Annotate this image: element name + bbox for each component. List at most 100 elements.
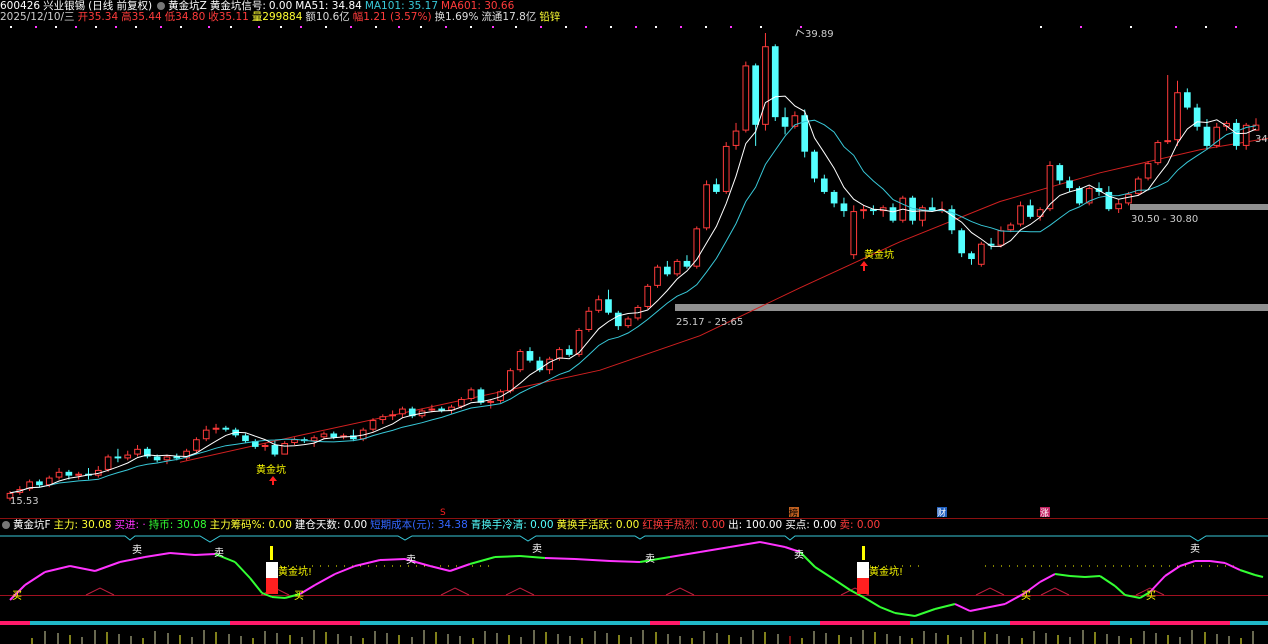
amount-value: 额10.6亿 <box>305 11 350 23</box>
strip-segment <box>820 621 910 625</box>
signal-dot <box>705 26 707 28</box>
buy-signal: 买 <box>294 590 304 602</box>
triangle-mark <box>1040 587 1070 596</box>
pit-signal-label-1: 黄金坑! <box>278 565 312 578</box>
signal-dot <box>445 26 447 28</box>
candle-body-up <box>193 439 200 451</box>
osc-segment <box>834 579 851 591</box>
osc-segment <box>494 555 521 558</box>
support-zone-2[interactable] <box>1130 204 1268 210</box>
candle-body-down <box>330 433 338 438</box>
candle-body-up <box>389 414 396 417</box>
close-value: 收35.11 <box>208 11 249 23</box>
candle-body-down <box>664 266 671 275</box>
right-price-label: 34. <box>1255 134 1268 145</box>
pit-bar-red-2 <box>857 578 869 594</box>
osc-segment <box>334 565 356 575</box>
change-value: 幅1.21 (3.57%) <box>352 11 432 23</box>
osc-segment <box>954 603 971 612</box>
candle-body-down <box>1183 92 1191 108</box>
candle-body-up <box>624 318 632 327</box>
buy-signal: 买 <box>1021 590 1031 602</box>
red-triangles <box>85 587 1165 596</box>
sell-signal: 卖 <box>1190 543 1200 555</box>
osc-segment <box>814 566 836 581</box>
sub-indicator-name[interactable]: 黄金坑F <box>13 519 51 531</box>
ma5-line <box>9 95 1257 494</box>
osc-segment <box>69 565 96 572</box>
osc-segment <box>271 596 286 599</box>
event-tag-s[interactable]: S <box>440 508 446 518</box>
signal-dot <box>350 26 352 28</box>
candle-body-down <box>889 207 897 221</box>
candle-body-up <box>644 285 652 307</box>
candle-body-down <box>222 427 230 430</box>
build-days-value: 建仓天数: 0.00 <box>294 519 368 531</box>
indicator-toggle-icon[interactable] <box>157 2 166 10</box>
strip-segment <box>910 621 1010 625</box>
osc-segment <box>429 565 451 572</box>
osc-segment <box>379 558 406 561</box>
signal-dot <box>325 26 327 28</box>
candle-body-up <box>693 228 701 267</box>
hold-cash-value: 持币: 30.08 <box>148 519 207 531</box>
candle-body-up <box>104 456 112 470</box>
candle-body-up <box>654 266 661 286</box>
triangle-mark <box>665 587 695 596</box>
candle-body-down <box>1066 180 1073 189</box>
candle-body-up <box>977 243 985 265</box>
candle-body-down <box>771 46 779 118</box>
signal-dot <box>1205 26 1207 28</box>
osc-segment <box>1254 574 1264 578</box>
candle-body-up <box>595 299 602 311</box>
candle-body-down <box>526 351 534 361</box>
strip-segment <box>1010 621 1110 625</box>
candle-body-up <box>487 400 495 403</box>
volume-value: 量299884 <box>251 11 303 23</box>
osc-segment <box>729 541 761 548</box>
candle-body-up <box>212 427 220 430</box>
signal-dot <box>258 26 260 28</box>
signal-dot <box>115 26 117 28</box>
osc-segment <box>1239 569 1256 576</box>
triangle-mark <box>85 587 115 596</box>
sector-label[interactable]: 铅锌 <box>539 11 560 23</box>
signal-dot <box>300 26 302 28</box>
main-force-value: 主力: 30.08 <box>53 519 112 531</box>
candle-body-down <box>605 299 612 313</box>
sell-signal: 卖 <box>406 554 416 566</box>
candle-body-down <box>36 481 43 486</box>
candle-body-down <box>781 117 789 127</box>
indicator-toggle-icon[interactable] <box>2 521 10 529</box>
candle-body-up <box>428 408 436 411</box>
osc-segment <box>759 541 786 548</box>
candle-body-up <box>75 473 83 476</box>
candle-body-down <box>1233 122 1240 146</box>
candle-body-up <box>1007 224 1015 231</box>
sell-signal: 卖 <box>645 553 655 565</box>
candle-body-down <box>958 230 966 254</box>
buy-in-value: 买进: · <box>114 519 146 531</box>
open-value: 开35.34 <box>77 11 119 23</box>
candle-body-up <box>163 456 171 461</box>
candlesticks[interactable] <box>6 33 1260 501</box>
candle-body-down <box>1056 165 1064 181</box>
hot-turnover-value: 红换手热烈: 0.00 <box>642 519 726 531</box>
signal-dot <box>1080 26 1082 28</box>
golden-pit-label-1: 黄金坑 <box>256 463 286 476</box>
signal-dot <box>800 26 802 28</box>
candle-body-down <box>968 253 975 260</box>
osc-segment <box>1084 575 1101 578</box>
chart-canvas[interactable]: 39.89 15.53 25.17 - 25.65 30.50 - 30.80 … <box>0 0 1268 644</box>
osc-segment <box>1224 562 1241 571</box>
osc-segment <box>119 556 146 563</box>
signal-dot <box>1130 26 1132 28</box>
event-tag-zhang: 涨 <box>1040 508 1049 519</box>
strip-segment <box>680 621 820 625</box>
candle-body-up <box>742 65 750 131</box>
cyan-signal-line <box>0 535 1268 543</box>
candle-body-up <box>1115 203 1122 210</box>
signal-dot <box>565 26 567 28</box>
signal-dot <box>398 26 400 28</box>
osc-segment <box>864 597 881 608</box>
